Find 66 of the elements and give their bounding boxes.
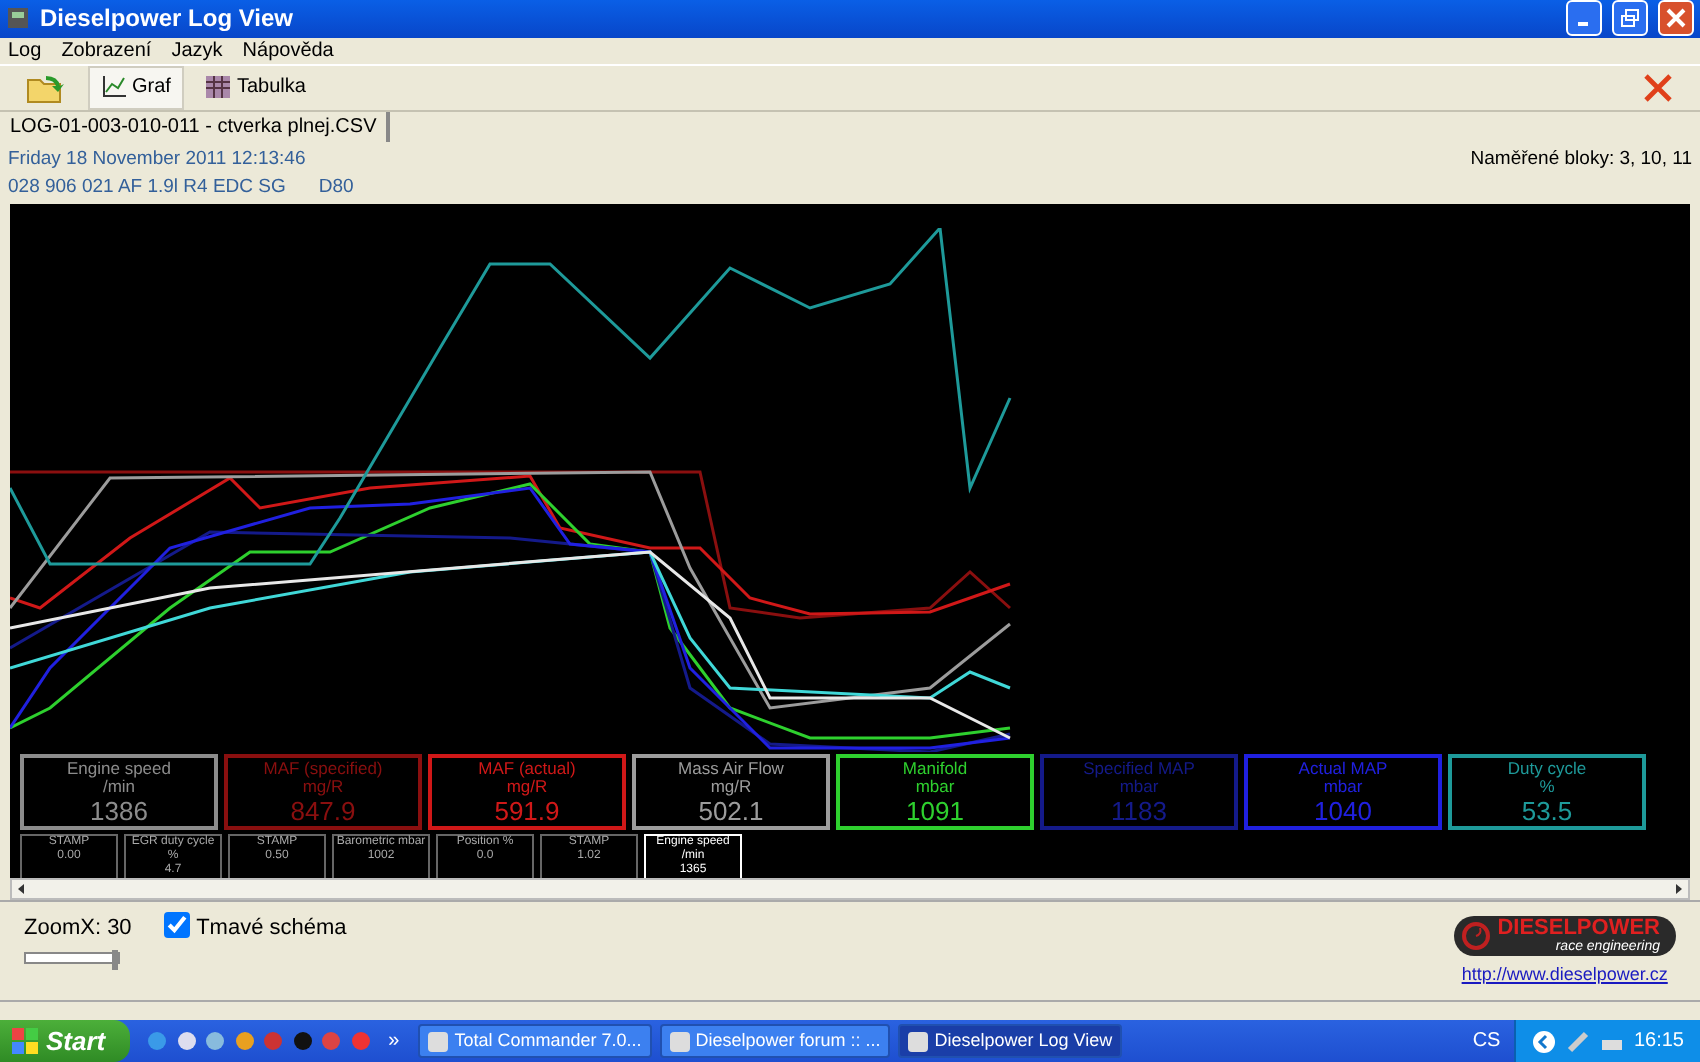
language-indicator[interactable]: CS xyxy=(1472,1026,1501,1056)
menu-item[interactable]: Nápověda xyxy=(242,35,334,66)
dark-scheme-checkbox[interactable] xyxy=(164,911,191,938)
gauge-title: Actual MAP xyxy=(1298,759,1388,778)
measured-blocks-text: Naměřené bloky: 3, 10, 11 xyxy=(1470,145,1692,174)
engine-code-text: 028 906 021 AF 1.9l R4 EDC SG xyxy=(8,173,286,202)
checkbox-label: Tmavé schéma xyxy=(196,913,347,944)
menu-item[interactable]: Zobrazení xyxy=(61,35,152,66)
gauge-unit: mbar xyxy=(915,777,955,796)
gauge-unit: mg/R xyxy=(302,777,344,796)
folder-icon xyxy=(26,71,66,104)
horizontal-scrollbar[interactable] xyxy=(10,877,1690,900)
gauge-unit: /min xyxy=(102,777,136,796)
table-tab[interactable]: Tabulka xyxy=(192,65,320,110)
gauge-title: MAF (specified) xyxy=(263,759,383,778)
slider-thumb[interactable] xyxy=(112,950,118,971)
variant-code-text: D80 xyxy=(318,173,354,202)
gauge-title: Specified MAP xyxy=(1083,759,1195,778)
app-icon xyxy=(908,1031,929,1051)
zoom-label: ZoomX: 30 xyxy=(24,913,132,944)
gauge-value: 1091 xyxy=(906,795,964,826)
gauge-value: 1183 xyxy=(1111,795,1167,826)
close-button[interactable] xyxy=(1658,0,1694,37)
gauge-title: Manifold xyxy=(902,759,968,778)
gauge-value: 591.9 xyxy=(494,795,560,826)
document-tab[interactable]: LOG-01-003-010-011 - ctverka plnej.CSV xyxy=(0,111,391,142)
gauge-value: 1386 xyxy=(90,795,148,826)
tray-icon xyxy=(1565,1029,1590,1053)
restore-icon xyxy=(1620,8,1640,29)
minimize-button[interactable] xyxy=(1566,0,1602,37)
close-icon xyxy=(1666,8,1686,29)
chevron-icon xyxy=(1531,1029,1556,1053)
chart-icon xyxy=(102,76,126,99)
gauge-title: Duty cycle xyxy=(1507,759,1587,778)
gauge-unit: mbar xyxy=(1323,777,1363,796)
graph-tab[interactable]: Graf xyxy=(88,65,185,110)
gauge-value: 502.1 xyxy=(698,795,764,826)
gauge-unit: mg/R xyxy=(506,777,548,796)
app-icon xyxy=(428,1031,449,1051)
window-title: Dieselpower Log View xyxy=(40,2,295,37)
gauge-title: Mass Air Flow xyxy=(678,759,784,778)
taskbar-button[interactable]: Dieselpower Log View xyxy=(898,1024,1123,1058)
more-icons-button[interactable]: » xyxy=(388,1026,400,1056)
windows-logo-icon xyxy=(12,1027,40,1055)
app-icon xyxy=(669,1031,690,1051)
app-icon xyxy=(6,6,30,31)
website-link[interactable]: http://www.dieselpower.cz xyxy=(1461,962,1668,990)
taskbar-button[interactable]: Dieselpower forum :: ... xyxy=(659,1024,891,1058)
gauge-value: 847.9 xyxy=(290,795,356,826)
close-icon xyxy=(1642,71,1674,104)
menu-item[interactable]: Jazyk xyxy=(171,35,223,66)
gauge-unit: mbar xyxy=(1119,777,1159,796)
grid-icon xyxy=(206,76,231,99)
menu-item[interactable]: Log xyxy=(8,35,42,66)
taskbar-button[interactable]: Total Commander 7.0... xyxy=(418,1024,652,1058)
restore-button[interactable] xyxy=(1612,0,1648,37)
gauge-value: 1040 xyxy=(1314,795,1372,826)
start-button[interactable]: Start xyxy=(0,1020,130,1062)
gauge-title: Engine speed xyxy=(67,759,171,778)
gauge-unit: % xyxy=(1539,777,1555,796)
clock: 16:15 xyxy=(1633,1028,1684,1056)
date-text: Friday 18 November 2011 12:13:46 xyxy=(8,145,308,174)
gauge-title: MAF (actual) xyxy=(478,759,576,778)
zoom-slider[interactable] xyxy=(24,952,120,965)
gauge-value: 53.5 xyxy=(1521,795,1573,826)
gauge-unit: mg/R xyxy=(710,777,752,796)
